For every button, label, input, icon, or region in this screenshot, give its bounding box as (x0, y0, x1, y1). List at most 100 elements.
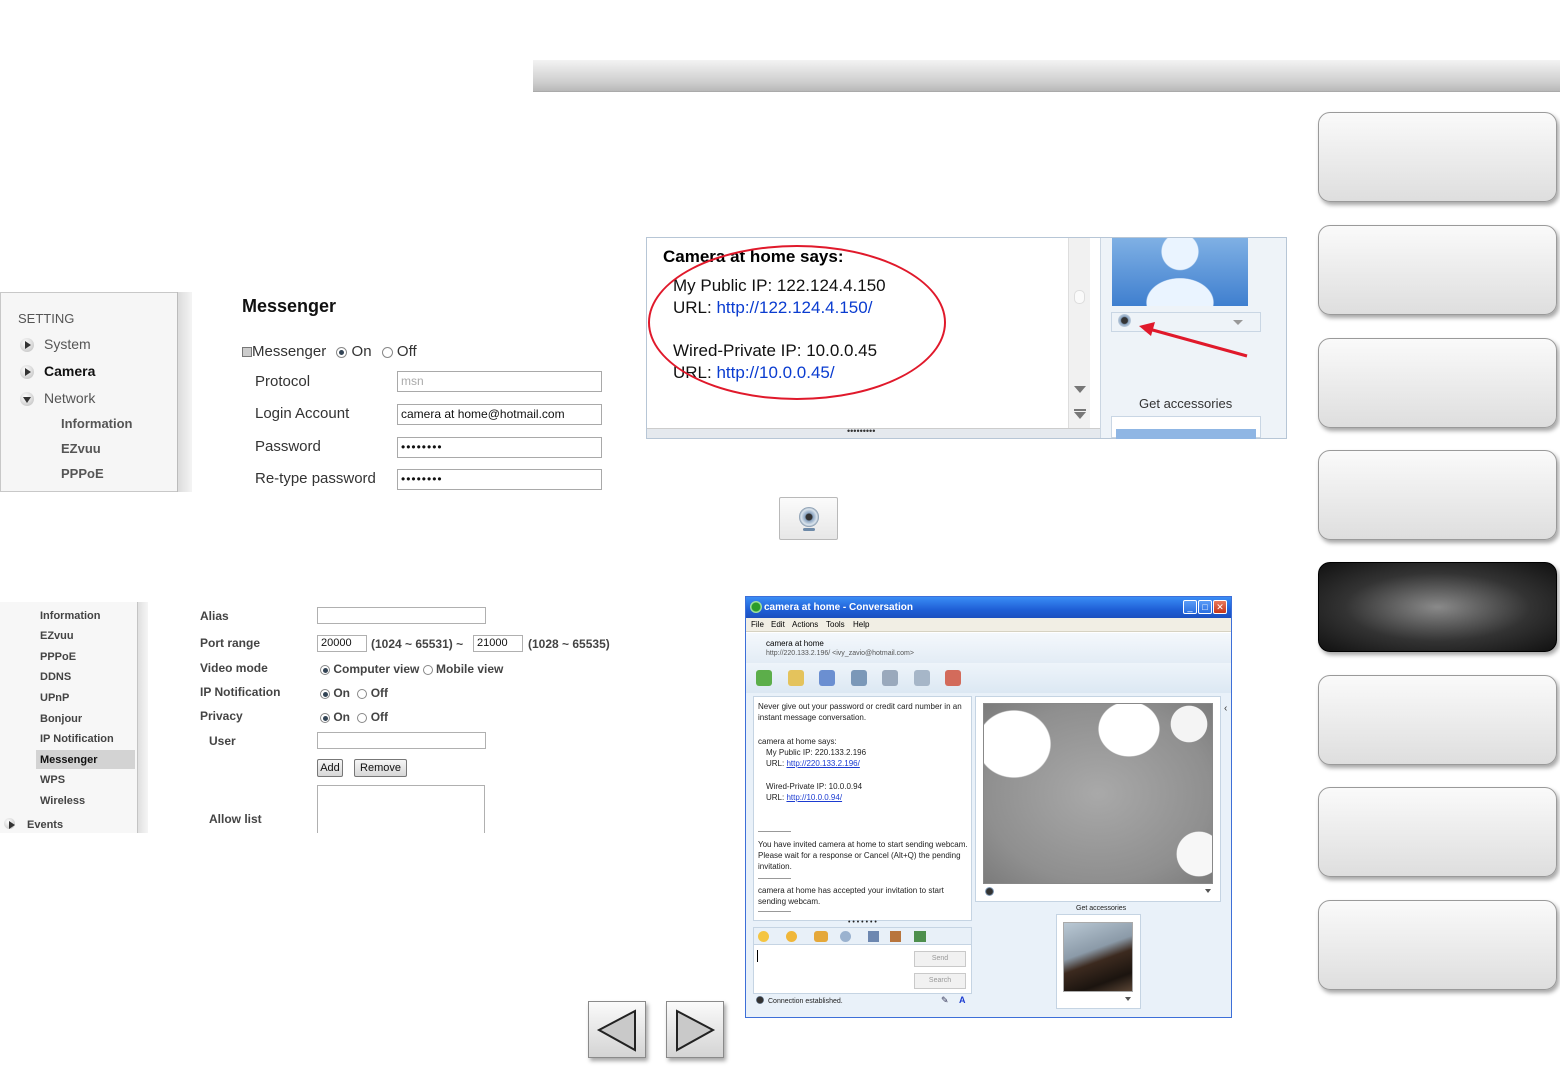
sidebar-item-messenger[interactable]: Messenger (40, 754, 97, 766)
window-title-bar[interactable]: camera at home - Conversation _ □ ✕ (746, 597, 1231, 618)
computer-view-radio[interactable] (320, 664, 330, 675)
block-icon[interactable] (945, 670, 961, 686)
sidebar-item-events[interactable]: Events (4, 815, 63, 833)
games-icon[interactable] (914, 670, 930, 686)
webcam-toolbar-icon[interactable] (819, 670, 835, 686)
sidebar-item-ezvuu[interactable]: EZvuu (40, 630, 74, 642)
sidebar-sub-information[interactable]: Information (61, 416, 133, 431)
webcam-icon[interactable] (985, 887, 994, 896)
protocol-field[interactable]: msn (397, 371, 602, 392)
nav-tab-2[interactable] (1318, 225, 1557, 315)
alias-field[interactable] (317, 607, 486, 624)
menu-actions[interactable]: Actions (792, 620, 818, 629)
header-bar (533, 60, 1560, 92)
ip-notification-off-radio[interactable] (357, 688, 368, 699)
nav-tab-8[interactable] (1318, 900, 1557, 990)
close-icon[interactable]: ✕ (1213, 600, 1227, 614)
sidebar-item-information[interactable]: Information (40, 610, 101, 622)
mobile-view-radio[interactable] (422, 664, 433, 675)
minimize-icon[interactable]: _ (1183, 600, 1197, 614)
menu-help[interactable]: Help (853, 620, 869, 629)
search-button[interactable]: Search (914, 973, 966, 989)
sidebar-item-wps[interactable]: WPS (40, 774, 65, 786)
add-button[interactable]: Add (317, 759, 343, 777)
sidebar-item-bonjour[interactable]: Bonjour (40, 713, 82, 725)
font-icon[interactable] (868, 931, 879, 942)
webcam-button[interactable] (779, 497, 838, 540)
chat-private-url-small: URL: http://10.0.0.94/ (766, 793, 843, 802)
sidebar-item-camera[interactable]: Camera (20, 363, 95, 381)
chat-excerpt-scrollbar[interactable] (1068, 238, 1090, 428)
next-page-button[interactable] (666, 1001, 724, 1058)
user-field[interactable] (317, 732, 486, 749)
private-url-link-small[interactable]: http://10.0.0.94/ (786, 793, 842, 802)
messenger-off-radio[interactable] (381, 346, 393, 358)
port-from-field[interactable]: 20000 (317, 635, 367, 652)
nav-tab-1[interactable] (1318, 112, 1557, 202)
previous-page-button[interactable] (588, 1001, 646, 1058)
connection-status: Connection established. (768, 998, 843, 1005)
login-account-field[interactable]: camera at home@hotmail.com (397, 404, 602, 425)
sidebar-item-upnp[interactable]: UPnP (40, 692, 69, 704)
sidebar-item-system[interactable]: System (20, 336, 91, 354)
maximize-icon[interactable]: □ (1198, 600, 1212, 614)
login-account-label: Login Account (255, 405, 350, 422)
privacy-on-radio[interactable] (320, 712, 330, 723)
nudge-icon[interactable] (814, 931, 828, 942)
wink-icon[interactable] (786, 931, 797, 942)
color-icon[interactable] (914, 931, 926, 942)
sidebar-sub-ezvuu[interactable]: EZvuu (61, 441, 101, 456)
sidebar-item-network[interactable]: Network (20, 390, 95, 408)
privacy-off-radio[interactable] (357, 712, 368, 723)
sidebar-item-wireless[interactable]: Wireless (40, 795, 85, 807)
handwriting-icon[interactable]: ✎ (941, 995, 949, 1006)
sidebar-sub-pppoe[interactable]: PPPoE (61, 466, 104, 481)
port-from-range: (1024 ~ 65531) ~ (371, 637, 464, 651)
next-arrow-icon (676, 1009, 716, 1052)
privacy-options: On Off (320, 710, 388, 724)
invite-icon[interactable] (756, 670, 772, 686)
port-to-field[interactable]: 21000 (473, 635, 523, 652)
menu-file[interactable]: File (751, 620, 764, 629)
display-picture[interactable] (1063, 922, 1133, 992)
type-icon[interactable]: A (959, 995, 966, 1005)
retype-password-field[interactable]: •••••••• (397, 469, 602, 490)
call-icon[interactable] (851, 670, 867, 686)
ip-notification-on-radio[interactable] (320, 688, 330, 699)
background-icon[interactable] (890, 931, 901, 942)
allow-list-box[interactable] (317, 785, 485, 833)
send-files-icon[interactable] (788, 670, 804, 686)
voice-clip-icon[interactable] (840, 931, 851, 942)
sidebar-item-pppoe[interactable]: PPPoE (40, 651, 76, 663)
chevron-down-icon[interactable] (1125, 997, 1131, 1001)
network-sidebar-scrollbar[interactable] (137, 602, 148, 833)
nav-tab-4[interactable] (1318, 450, 1557, 540)
send-button[interactable]: Send (914, 951, 966, 967)
get-accessories-label[interactable]: Get accessories (1139, 396, 1232, 411)
activities-icon[interactable] (882, 670, 898, 686)
menu-edit[interactable]: Edit (771, 620, 785, 629)
menu-tools[interactable]: Tools (826, 620, 845, 629)
messenger-title: Messenger (242, 296, 337, 316)
password-label: Password (255, 438, 321, 455)
password-field[interactable]: •••••••• (397, 437, 602, 458)
chat-invite-message: You have invited camera at home to start… (758, 840, 968, 871)
messenger-checkbox[interactable] (242, 347, 252, 358)
emoticon-icon[interactable] (758, 931, 769, 942)
ip-notification-label: IP Notification (200, 685, 281, 699)
collapse-pane-icon[interactable]: ‹ (1224, 703, 1232, 717)
sidebar-heading: SETTING (18, 311, 75, 326)
sidebar-item-ip-notification[interactable]: IP Notification (40, 733, 114, 745)
nav-tab-6[interactable] (1318, 675, 1557, 765)
get-accessories-small[interactable]: Get accessories (1076, 903, 1126, 914)
chevron-down-icon[interactable] (1205, 889, 1211, 893)
messenger-on-radio[interactable] (336, 346, 348, 358)
nav-tab-7[interactable] (1318, 787, 1557, 877)
chat-splitter[interactable]: ••••••••• (647, 426, 1100, 438)
nav-tab-5-active[interactable] (1318, 562, 1557, 652)
public-url-link-small[interactable]: http://220.133.2.196/ (786, 759, 859, 768)
remove-button[interactable]: Remove (354, 759, 407, 777)
sidebar-item-ddns[interactable]: DDNS (40, 671, 71, 683)
sidebar-scrollbar[interactable] (177, 292, 192, 492)
nav-tab-3[interactable] (1318, 338, 1557, 428)
